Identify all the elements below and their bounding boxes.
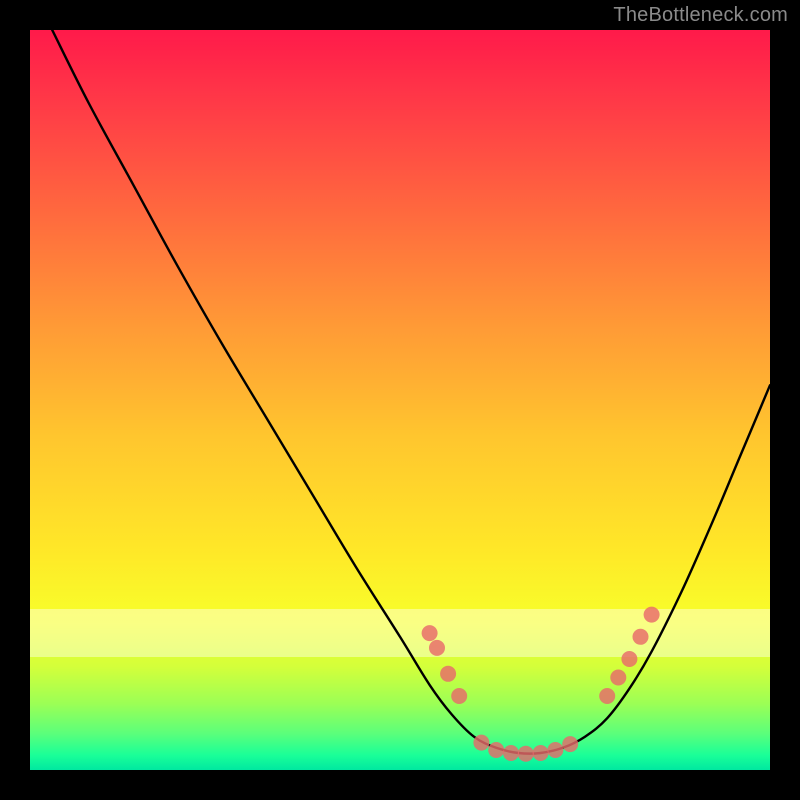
sample-dot <box>621 651 637 667</box>
sample-dot <box>451 688 467 704</box>
sample-dot <box>429 640 445 656</box>
plot-area <box>30 30 770 770</box>
sample-dot <box>488 742 504 758</box>
sample-dot <box>440 666 456 682</box>
sample-dot <box>533 745 549 761</box>
sample-dot <box>503 745 519 761</box>
chart-stage: TheBottleneck.com <box>0 0 800 800</box>
sample-dot <box>633 629 649 645</box>
sample-dot <box>562 736 578 752</box>
sample-dot <box>422 625 438 641</box>
sample-dots <box>422 607 660 762</box>
sample-dot <box>610 670 626 686</box>
watermark-text: TheBottleneck.com <box>613 4 788 27</box>
sample-dot <box>547 742 563 758</box>
sample-dot <box>518 746 534 762</box>
sample-dot <box>599 688 615 704</box>
sample-dot <box>644 607 660 623</box>
curve-svg <box>30 30 770 770</box>
bottleneck-curve <box>52 30 770 754</box>
sample-dot <box>473 735 489 751</box>
